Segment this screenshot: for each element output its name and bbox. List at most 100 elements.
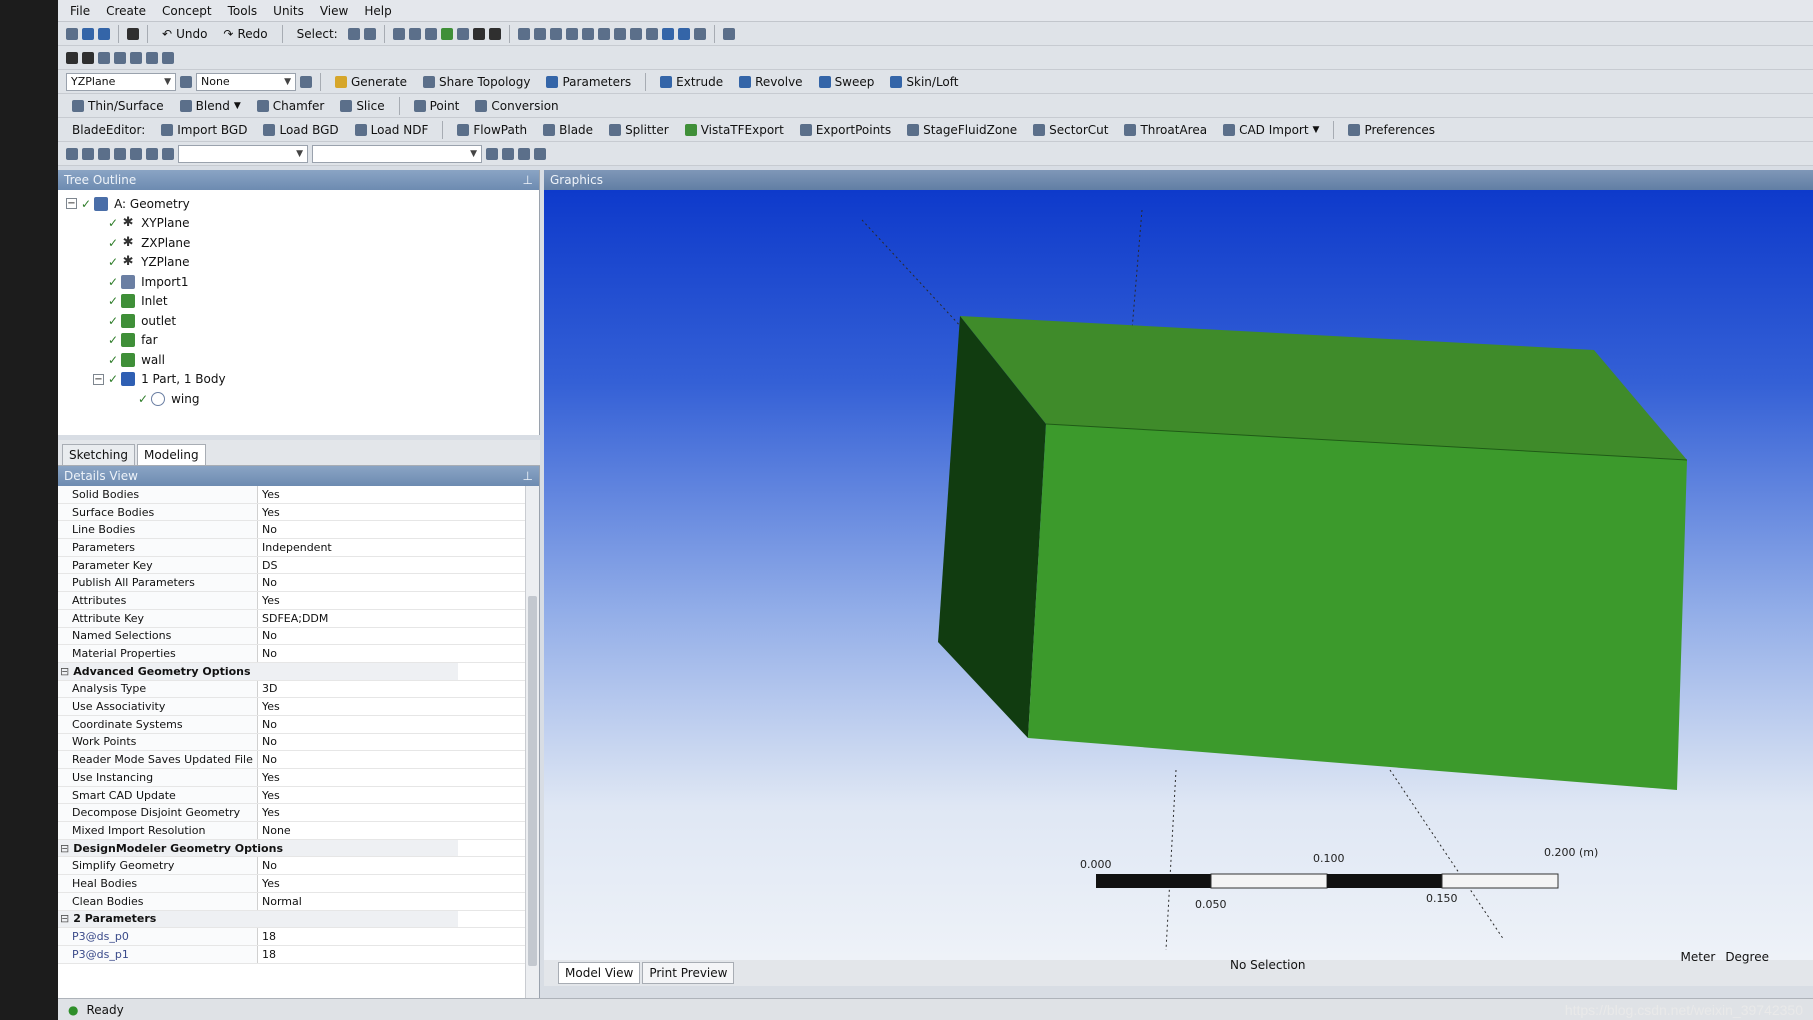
sketch-tool-7-icon[interactable] — [162, 147, 174, 160]
vistatfexport-button[interactable]: VistaTFExport — [679, 121, 790, 139]
tree-item-zxplane[interactable]: ✓ ✱ ZXPlane — [58, 233, 539, 253]
pin-icon[interactable]: ⊥ — [523, 469, 533, 483]
select-all-icon[interactable] — [488, 27, 501, 40]
graphics-viewport[interactable]: 0.000 0.100 0.200 (m) 0.050 0.150 — [544, 190, 1813, 960]
exportpoints-button[interactable]: ExportPoints — [794, 121, 897, 139]
select-bodies-icon[interactable] — [440, 27, 453, 40]
sketch-tool-10-icon[interactable] — [518, 147, 530, 160]
tree-item-wing[interactable]: ✓ wing — [58, 389, 539, 409]
details-row[interactable]: Surface Bodies Yes — [58, 503, 539, 522]
display-model-icon[interactable] — [677, 27, 690, 40]
tree-item-xyplane[interactable]: ✓ ✱ XYPlane — [58, 214, 539, 234]
new-plane-icon[interactable] — [180, 75, 192, 88]
details-value[interactable]: 18 — [258, 930, 539, 943]
load-bgd-button[interactable]: Load BGD — [257, 121, 344, 139]
sketch-dropdown[interactable]: None ▼ — [196, 72, 296, 91]
edge-select-icon[interactable] — [98, 51, 110, 64]
pan-icon[interactable] — [533, 27, 546, 40]
details-group-parameters[interactable]: 2 Parameters — [58, 910, 539, 929]
select-filter-icon[interactable] — [363, 27, 376, 40]
tree-item-outlet[interactable]: ✓ outlet — [58, 311, 539, 331]
generate-button[interactable]: Generate — [329, 73, 413, 91]
menu-tools[interactable]: Tools — [228, 4, 258, 18]
tree-item-import1[interactable]: ✓ Import1 — [58, 272, 539, 292]
flowpath-button[interactable]: FlowPath — [451, 121, 533, 139]
chamfer-button[interactable]: Chamfer — [251, 97, 331, 115]
menu-create[interactable]: Create — [106, 4, 146, 18]
skin-loft-button[interactable]: Skin/Loft — [884, 73, 964, 91]
rotate-icon[interactable] — [517, 27, 530, 40]
details-value[interactable]: Yes — [258, 789, 539, 802]
edge-select-4-icon[interactable] — [146, 51, 158, 64]
conversion-button[interactable]: Conversion — [469, 97, 564, 115]
menu-file[interactable]: File — [70, 4, 90, 18]
details-row[interactable]: Solid Bodies Yes — [58, 486, 539, 504]
display-points-icon[interactable] — [693, 27, 706, 40]
angle-unit[interactable]: Degree — [1725, 950, 1769, 964]
zoom-icon[interactable] — [549, 27, 562, 40]
details-value[interactable]: No — [258, 647, 539, 660]
edge-select-3-icon[interactable] — [130, 51, 142, 64]
load-ndf-button[interactable]: Load NDF — [349, 121, 435, 139]
thin-surface-button[interactable]: Thin/Surface — [66, 97, 170, 115]
scrollbar-thumb[interactable] — [528, 596, 537, 966]
collapse-icon[interactable]: − — [93, 373, 104, 385]
sketch-tool-11-icon[interactable] — [534, 147, 546, 160]
details-value[interactable]: Yes — [258, 506, 539, 519]
box-zoom-icon[interactable] — [565, 27, 578, 40]
sketch-tool-4-icon[interactable] — [114, 147, 126, 160]
sketch-tool-3-icon[interactable] — [98, 147, 110, 160]
details-value[interactable]: DS — [258, 559, 539, 572]
details-row[interactable]: Mixed Import Resolution None — [58, 822, 539, 840]
details-value[interactable]: Yes — [258, 806, 539, 819]
details-value[interactable]: No — [258, 629, 539, 642]
parameters-button[interactable]: Parameters — [540, 73, 637, 91]
screenshot-icon[interactable] — [127, 27, 139, 40]
collapse-icon[interactable]: − — [66, 198, 77, 210]
details-row[interactable]: Attribute Key SDFEA;DDM — [58, 609, 539, 628]
extend-selection-icon[interactable] — [456, 27, 469, 40]
slice-button[interactable]: Slice — [334, 97, 390, 115]
import-bgd-button[interactable]: Import BGD — [155, 121, 253, 139]
details-row[interactable]: Smart CAD Update Yes — [58, 786, 539, 805]
sketch-tool-5-icon[interactable] — [130, 147, 142, 160]
details-value[interactable]: No — [258, 523, 539, 536]
edge-select-2-icon[interactable] — [114, 51, 126, 64]
blend-button[interactable]: Blend ▼ — [174, 97, 247, 115]
sketch-tool-dropdown-2[interactable]: ▼ — [312, 144, 482, 163]
sketch-tool-6-icon[interactable] — [146, 147, 158, 160]
details-value[interactable]: Normal — [258, 895, 539, 908]
details-value[interactable]: Yes — [258, 877, 539, 890]
details-row[interactable]: Clean Bodies Normal — [58, 892, 539, 911]
zoom-to-fit-icon[interactable] — [581, 27, 594, 40]
tree-item-geometry[interactable]: − ✓ A: Geometry — [58, 194, 539, 214]
details-value[interactable]: SDFEA;DDM — [258, 612, 539, 625]
details-value[interactable]: Yes — [258, 488, 539, 501]
details-value[interactable]: Yes — [258, 594, 539, 607]
details-row[interactable]: Publish All Parameters No — [58, 574, 539, 593]
details-value[interactable]: None — [258, 824, 539, 837]
redo-button[interactable]: ↷ Redo — [217, 25, 273, 43]
details-group-designmodeler[interactable]: DesignModeler Geometry Options — [58, 839, 539, 858]
tab-print-preview[interactable]: Print Preview — [642, 962, 735, 984]
menu-concept[interactable]: Concept — [162, 4, 212, 18]
details-row[interactable]: Simplify Geometry No — [58, 857, 539, 876]
details-value[interactable]: No — [258, 859, 539, 872]
sketch-tool-8-icon[interactable] — [486, 147, 498, 160]
tree-item-far[interactable]: ✓ far — [58, 331, 539, 351]
blade-button[interactable]: Blade — [537, 121, 599, 139]
stagefluidzone-button[interactable]: StageFluidZone — [901, 121, 1023, 139]
undo-button[interactable]: ↶ Undo — [156, 25, 213, 43]
menu-view[interactable]: View — [320, 4, 348, 18]
pin-icon[interactable]: ⊥ — [523, 173, 533, 187]
menu-units[interactable]: Units — [273, 4, 304, 18]
pin-icon[interactable] — [162, 51, 174, 64]
display-plane-icon[interactable] — [661, 27, 674, 40]
details-value[interactable]: No — [258, 576, 539, 589]
sweep-button[interactable]: Sweep — [813, 73, 881, 91]
details-row[interactable]: Use Instancing Yes — [58, 769, 539, 787]
details-value[interactable]: Yes — [258, 700, 539, 713]
new-icon[interactable] — [66, 27, 78, 40]
save-icon[interactable] — [82, 27, 94, 40]
box-select-icon[interactable] — [472, 27, 485, 40]
